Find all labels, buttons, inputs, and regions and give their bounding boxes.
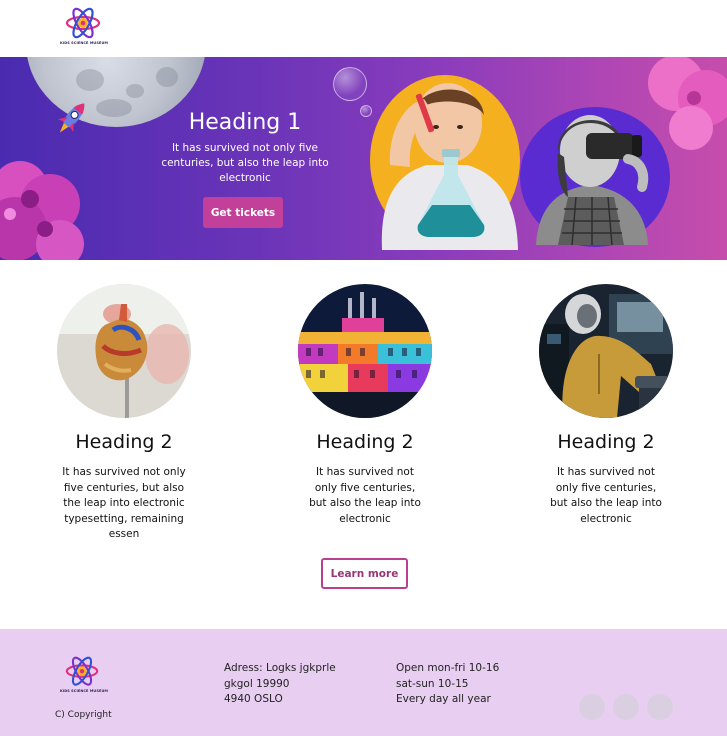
feature-card: Heading 2 It has survived not only five … [295, 284, 435, 527]
rocket-icon [57, 103, 85, 133]
pink-molecule-illustration [0, 161, 84, 260]
social-icon[interactable] [613, 694, 639, 720]
site-footer: KIDS SCIENCE MUSEUM C) Copyright Adress:… [0, 629, 727, 736]
child-with-vr-headset-photo [536, 115, 649, 245]
learn-more-button[interactable]: Learn more [321, 558, 408, 589]
hero-banner: Heading 1 It has survived not only five … [0, 57, 727, 260]
hours-line: Open mon-fri 10-16 [396, 662, 500, 674]
footer-museum-logo[interactable]: KIDS SCIENCE MUSEUM [60, 655, 109, 699]
hours-line: sat-sun 10-15 [396, 677, 469, 690]
feature-heading: Heading 2 [75, 431, 173, 453]
address-line: 4940 OSLO [224, 693, 283, 705]
logo-text: KIDS SCIENCE MUSEUM [60, 41, 109, 45]
social-icon[interactable] [579, 694, 605, 720]
get-tickets-button[interactable]: Get tickets [203, 197, 283, 228]
hero-text: It has survived not only five centuries,… [161, 142, 329, 184]
feature-card: Heading 2 It has survived not only five … [54, 284, 194, 543]
address-block: Adress: Logks jgkprle gkgol 19990 4940 O… [224, 661, 336, 708]
footer-logo-text: KIDS SCIENCE MUSEUM [60, 689, 109, 693]
address-line: Adress: Logks jgkprle [224, 662, 336, 674]
hero-heading: Heading 1 [188, 110, 302, 135]
hours-line: Every day all year [396, 693, 491, 705]
atom-logo-icon [65, 7, 101, 39]
site-header: KIDS SCIENCE MUSEUM [0, 0, 727, 57]
bubble-decoration [333, 67, 367, 101]
copyright-text: C) Copyright [55, 710, 112, 720]
heart-model-image [57, 284, 191, 418]
social-icon[interactable] [647, 694, 673, 720]
feature-text: It has survived not only five centuries,… [550, 466, 662, 525]
feature-heading: Heading 2 [557, 431, 655, 453]
astronaut-simulator-image [539, 284, 673, 418]
bubble-decoration [360, 105, 372, 117]
feature-heading: Heading 2 [316, 431, 414, 453]
atom-logo-icon [65, 656, 99, 686]
feature-text: It has survived not only five centuries,… [62, 466, 186, 540]
child-with-flask-photo [381, 83, 518, 250]
opening-hours-block: Open mon-fri 10-16 sat-sun 10-15 Every d… [396, 661, 499, 708]
feature-card: Heading 2 It has survived not only five … [536, 284, 676, 527]
address-line: gkgol 19990 [224, 677, 290, 690]
museum-logo[interactable]: KIDS SCIENCE MUSEUM [60, 6, 109, 52]
feature-text: It has survived not only five centuries,… [309, 466, 421, 525]
illuminated-building-image [298, 284, 432, 418]
